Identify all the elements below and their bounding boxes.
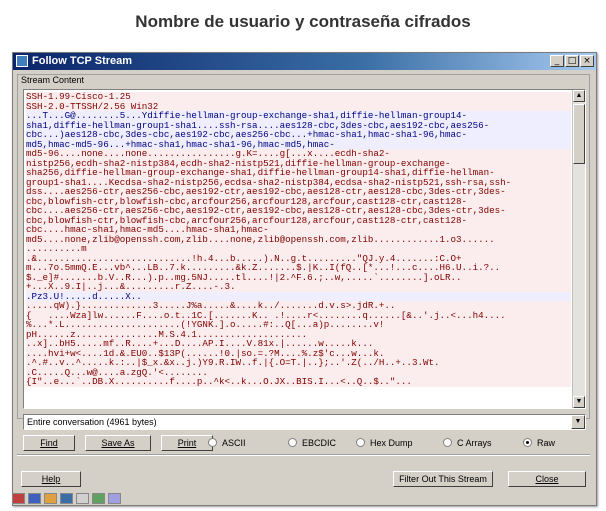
radio-dot-icon[interactable] (523, 438, 532, 447)
vertical-scrollbar[interactable]: ▲ ▼ (572, 90, 585, 408)
stream-lines: SSH-1.99-Cisco-1.25 SSH-2.0-TTSSH/2.56 Wi… (26, 92, 571, 387)
stream-line: ..........m (26, 244, 571, 254)
radio-raw[interactable]: Raw (523, 437, 555, 449)
stream-line: ....hvi+w<....1d.&.EU0..$13P(......!0.|s… (26, 348, 571, 358)
help-button[interactable]: Help (21, 471, 81, 487)
stream-content-label: Stream Content (19, 75, 87, 85)
follow-tcp-stream-window: Follow TCP Stream _ □ × Stream Content S… (12, 52, 597, 506)
stream-line: nistp256,ecdh-sha2-nistp384,ecdh-sha2-ni… (26, 158, 571, 168)
stream-line: cbc,blowfish-ctr,blowfish-cbc,arcfour256… (26, 215, 571, 225)
stream-line: .....qW).}.............3.....J%a.....&..… (26, 301, 571, 311)
minimize-button[interactable]: _ (550, 55, 564, 67)
radio-label: Raw (537, 438, 556, 448)
stream-line: ..x]..bH5.....mf..R....+...D....AP.I....… (26, 339, 571, 349)
radio-ebcdic[interactable]: EBCDIC (288, 437, 336, 449)
stream-line: { ....Wza]lw......F....o.t..1C.[.......K… (26, 310, 571, 320)
taskbar-app-icon[interactable] (92, 493, 105, 504)
stream-line: md5....none,zlib@openssh.com,zlib....non… (26, 234, 571, 244)
stream-line: md5-96....none....none................g.… (26, 149, 571, 159)
stream-line: .&............................!h.4...b..… (26, 253, 571, 263)
radio-dot-icon[interactable] (288, 438, 297, 447)
conversation-select-value: Entire conversation (4961 bytes) (27, 417, 157, 427)
conversation-select[interactable]: Entire conversation (4961 bytes) ▼ (23, 414, 586, 430)
radio-dot-icon[interactable] (208, 438, 217, 447)
radio-label: ASCII (222, 438, 246, 448)
stream-line: %...*.L.....................(!YGNK.].o..… (26, 320, 571, 330)
save-as-button[interactable]: Save As (85, 435, 151, 451)
taskbar-app-icon[interactable] (108, 493, 121, 504)
radio-dot-icon[interactable] (356, 438, 365, 447)
stream-line: .Pz3.U!.....d.....X.. (26, 291, 571, 301)
taskbar-app-icon[interactable] (76, 493, 89, 504)
stream-line: SSH-1.99-Cisco-1.25 (26, 92, 571, 102)
radio-label: C Arrays (457, 438, 492, 448)
stream-line: +...X..9.I|..j...&.........r.Z....-.3. (26, 282, 571, 292)
stream-line: pH......z...............M.S.4.1.........… (26, 329, 571, 339)
separator (17, 454, 590, 456)
radio-ascii[interactable]: ASCII (208, 437, 246, 449)
scroll-down-arrow-icon[interactable]: ▼ (573, 396, 585, 408)
stream-line: m...7o.5mmQ.E...vb^...LB..7.k.........&k… (26, 263, 571, 273)
chevron-down-icon[interactable]: ▼ (571, 415, 585, 429)
find-button[interactable]: Find (23, 435, 75, 451)
stream-line: ...T...G@........5...Ydiffie-hellman-gro… (26, 111, 571, 121)
window-titlebar[interactable]: Follow TCP Stream _ □ × (13, 53, 596, 70)
radio-hex-dump[interactable]: Hex Dump (356, 437, 413, 449)
stream-line: cbc,blowfish-ctr,blowfish-cbc,arcfour256… (26, 196, 571, 206)
taskbar-app-icon[interactable] (12, 493, 25, 504)
close-button[interactable]: Close (508, 471, 586, 487)
stream-line: $._e]#.......b.V..R...).p..mg.5NJ.....tl… (26, 272, 571, 282)
window-title: Follow TCP Stream (32, 55, 133, 67)
stream-line: cbc....hmac-sha1,hmac-md5....hmac-sha1,h… (26, 225, 571, 235)
taskbar-app-icon[interactable] (28, 493, 41, 504)
radio-c-arrays[interactable]: C Arrays (443, 437, 492, 449)
stream-line: sha1,diffie-hellman-group1-sha1....ssh-r… (26, 120, 571, 130)
stream-line: .^.#..v..^.....k.:..|$_x.&x..j.)Y9.R.IW.… (26, 358, 571, 368)
maximize-button[interactable]: □ (565, 55, 579, 67)
taskbar-strip (12, 493, 252, 505)
radio-label: EBCDIC (302, 438, 337, 448)
stream-line: cbc...)aes128-cbc,3des-cbc,aes192-cbc,ae… (26, 130, 571, 140)
stream-line: dss....aes256-ctr,aes256-cbc,aes192-ctr,… (26, 187, 571, 197)
wireshark-app-icon (16, 55, 28, 67)
print-button[interactable]: Print (161, 435, 213, 451)
stream-line: cbc....aes256-ctr,aes256-cbc,aes192-ctr,… (26, 206, 571, 216)
stream-line: md5,hmac-md5-96...+hmac-sha1,hmac-sha1-9… (26, 139, 571, 149)
page-title: Nombre de usuario y contraseña cifrados (135, 12, 471, 31)
taskbar-app-icon[interactable] (60, 493, 73, 504)
stream-line: .C.....Q...w@....a.zgQ.'<........ (26, 367, 571, 377)
close-window-button[interactable]: × (580, 55, 594, 67)
radio-dot-icon[interactable] (443, 438, 452, 447)
radio-label: Hex Dump (370, 438, 413, 448)
scroll-thumb[interactable] (573, 104, 585, 164)
stream-line: group1-sha1....Kecdsa-sha2-nistp256,ecds… (26, 177, 571, 187)
scroll-up-arrow-icon[interactable]: ▲ (573, 90, 585, 102)
taskbar-app-icon[interactable] (44, 493, 57, 504)
filter-out-stream-button[interactable]: Filter Out This Stream (393, 471, 493, 487)
stream-line: SSH-2.0-TTSSH/2.56 Win32 (26, 101, 571, 111)
stream-content-textarea[interactable]: SSH-1.99-Cisco-1.25 SSH-2.0-TTSSH/2.56 Wi… (23, 89, 586, 409)
stream-line: sha256,diffie-hellman-group-exchange-sha… (26, 168, 571, 178)
stream-line: {I"..e...`..DB.X..........f....p..^k<..k… (26, 377, 571, 387)
